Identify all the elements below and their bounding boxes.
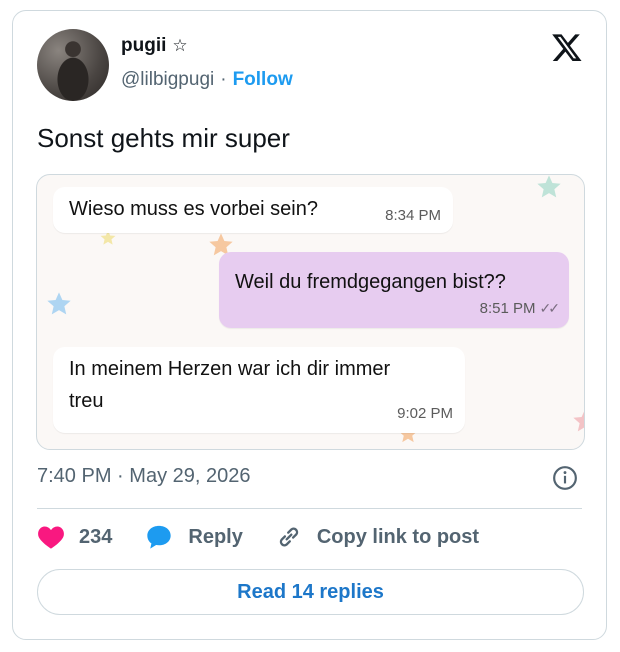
tweet-text: Sonst gehts mir super [37,123,290,153]
author-handle[interactable]: @lilbigpugi [121,69,214,91]
message-line: treu [69,390,104,412]
copy-link-button[interactable]: Copy link to post [275,523,479,551]
star-decoration-icon [47,292,71,315]
message-text: Weil du fremdgegangen bist?? [235,271,506,293]
star-outline-icon: ☆ [172,36,188,55]
chat-bubble-incoming: In meinem Herzen war ich dir immer treu … [53,347,465,433]
divider [37,508,582,509]
message-time: 8:34 PM [385,207,441,224]
separator-dot: · [220,69,227,90]
star-decoration-icon [537,175,561,198]
chat-bubble-outgoing: Weil du fremdgegangen bist?? 8:51 PM ✓✓ [219,252,569,328]
message-text: In meinem Herzen war ich dir immer treu [69,353,390,417]
read-replies-button[interactable]: Read 14 replies [37,569,584,615]
action-bar: 234 Reply Copy link to post [37,523,511,551]
message-text: Wieso muss es vorbei sein? [69,198,318,220]
like-button[interactable]: 234 [37,524,112,550]
avatar[interactable] [37,29,109,101]
author-name-row: pugii ☆ [121,35,188,57]
separator-dot: · [117,465,124,487]
message-time: 8:51 PM [479,300,536,317]
reply-bubble-icon [147,525,172,549]
author-handle-row: @lilbigpugi · Follow [121,69,293,91]
double-check-icon: ✓✓ [539,300,561,316]
chat-bubble-incoming: Wieso muss es vorbei sein? 8:34 PM [53,187,453,233]
info-icon[interactable] [552,465,578,491]
link-icon [279,527,299,547]
copy-link-label: Copy link to post [316,525,480,548]
message-time: 9:02 PM [397,405,453,422]
tweet-timestamp[interactable]: 7:40 PM · May 29, 2026 [37,465,250,488]
follow-button[interactable]: Follow [233,69,293,91]
heart-icon [38,526,64,549]
message-line: In meinem Herzen war ich dir immer [69,358,391,380]
author-name[interactable]: pugii [121,35,166,57]
like-count: 234 [79,525,113,548]
tweet-time: 7:40 PM [37,465,112,487]
star-decoration-icon [573,411,584,432]
message-time-row: 8:51 PM ✓✓ [479,300,561,317]
x-logo-icon[interactable] [550,31,584,63]
chat-screenshot-image[interactable]: Wieso muss es vorbei sein? 8:34 PM Weil … [36,174,585,450]
reply-button[interactable]: Reply [144,523,243,551]
post-card: pugii ☆ @lilbigpugi · Follow Sonst gehts… [12,10,607,640]
tweet-date: May 29, 2026 [129,465,251,487]
reply-label: Reply [188,525,243,548]
